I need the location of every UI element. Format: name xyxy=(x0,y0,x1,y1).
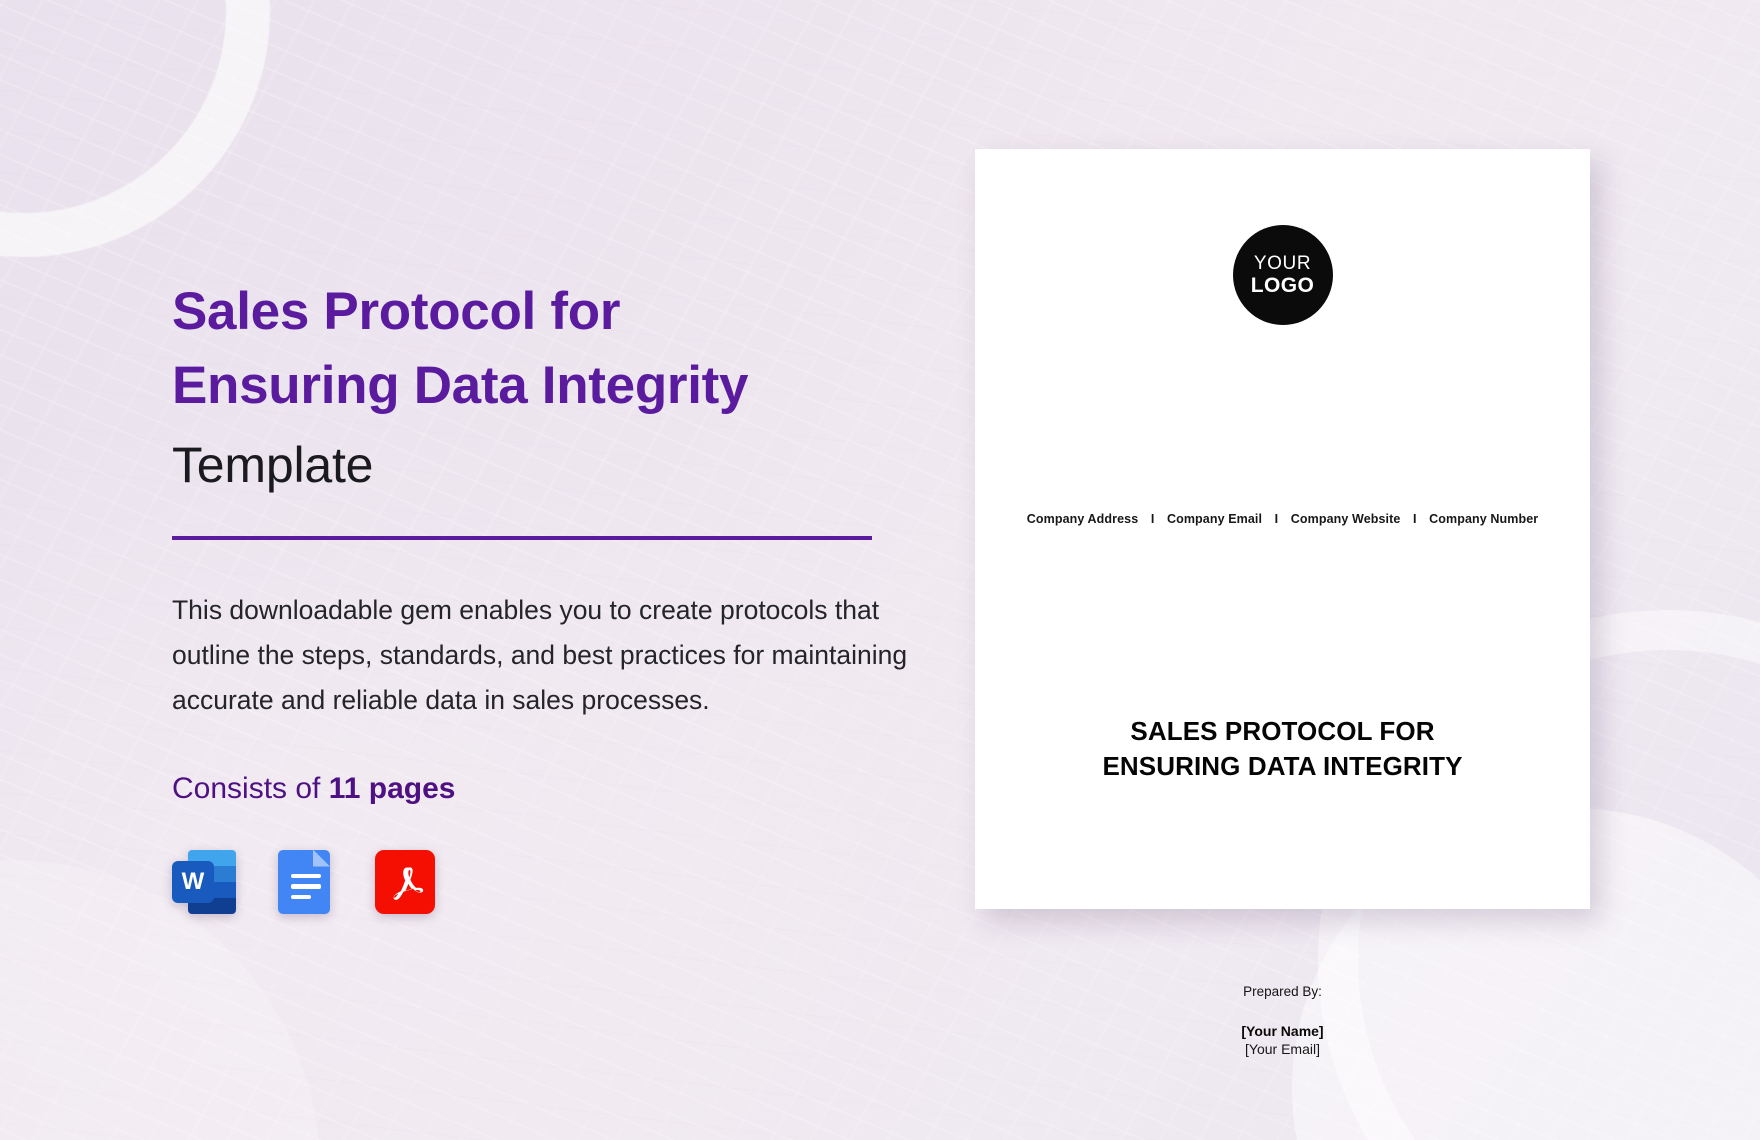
company-logo-placeholder: YOUR LOGO xyxy=(1232,225,1333,325)
google-docs-icon-lines xyxy=(291,873,321,906)
word-icon-letter: W xyxy=(172,860,214,903)
contact-company-website: Company Website xyxy=(1290,512,1401,526)
contact-separator-1: I xyxy=(1150,512,1155,526)
acrobat-glyph-icon xyxy=(393,867,424,900)
document-preview[interactable]: YOUR LOGO Company Address I Company Emai… xyxy=(975,149,1590,1057)
page-count-label: Consists of 11 pages xyxy=(172,772,932,806)
google-docs-icon-page xyxy=(278,849,330,914)
google-docs-icon-fold xyxy=(313,849,330,867)
page-count-value: 11 pages xyxy=(328,771,456,805)
contact-separator-2: I xyxy=(1274,512,1279,526)
microsoft-word-icon[interactable]: W xyxy=(172,848,236,914)
contact-company-address: Company Address xyxy=(1026,512,1139,526)
headline-line-1: Sales Protocol for xyxy=(172,282,621,341)
page-title: Sales Protocol for Ensuring Data Integri… xyxy=(172,275,932,423)
document-title: SALES PROTOCOL FOR ENSURING DATA INTEGRI… xyxy=(1017,714,1548,784)
prepared-by-block: Prepared By: [Your Name] [Your Email] xyxy=(975,984,1590,1057)
promo-panel: Sales Protocol for Ensuring Data Integri… xyxy=(172,275,932,914)
prepared-by-label: Prepared By: xyxy=(1243,984,1322,999)
contact-company-email: Company Email xyxy=(1166,512,1263,526)
logo-line-2: LOGO xyxy=(1250,273,1315,297)
google-docs-icon[interactable] xyxy=(272,848,336,914)
document-logo-wrapper: YOUR LOGO xyxy=(975,225,1590,325)
prepared-by-name: [Your Name] xyxy=(1241,1023,1324,1039)
title-divider xyxy=(172,536,872,541)
document-title-line-2: ENSURING DATA INTEGRITY xyxy=(1102,750,1463,781)
adobe-pdf-icon[interactable] xyxy=(372,848,436,914)
prepared-by-email: [Your Email] xyxy=(1245,1041,1320,1057)
pdf-icon-square xyxy=(375,849,435,914)
description-text: This downloadable gem enables you to cre… xyxy=(172,595,908,716)
page-subtitle: Template xyxy=(172,437,374,494)
format-icon-list: W xyxy=(172,848,932,914)
contact-separator-3: I xyxy=(1413,512,1417,526)
company-contact-line: Company Address I Company Email I Compan… xyxy=(975,512,1590,526)
headline-line-2: Ensuring Data Integrity xyxy=(172,356,749,416)
page-count-prefix: Consists of xyxy=(172,771,329,805)
logo-line-1: YOUR xyxy=(1253,252,1312,274)
document-title-line-1: SALES PROTOCOL FOR xyxy=(1130,716,1435,746)
contact-company-number: Company Number xyxy=(1429,512,1539,526)
